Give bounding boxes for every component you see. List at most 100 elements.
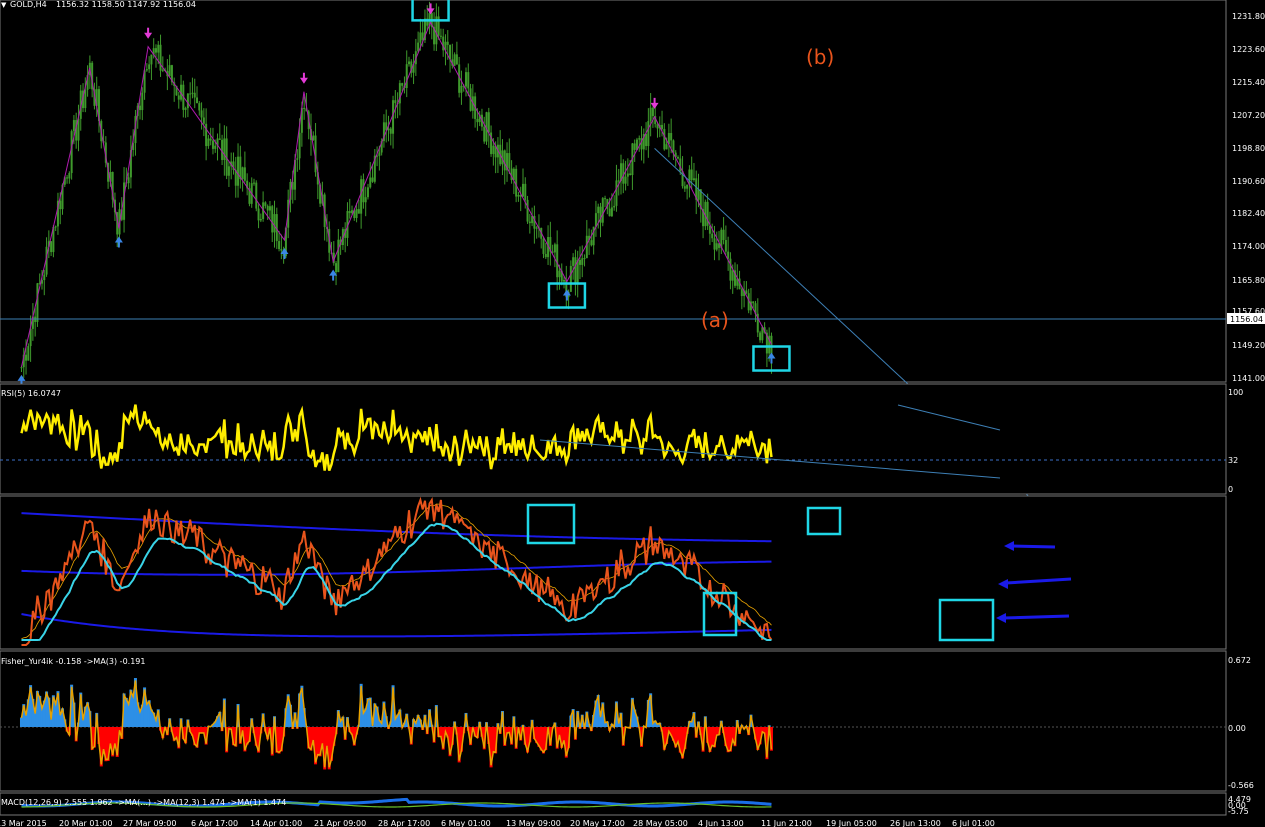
- candle-body: [161, 69, 164, 71]
- menu-triangle-icon[interactable]: ▼: [1, 1, 7, 9]
- candle-body: [303, 107, 306, 109]
- candle-body: [503, 150, 506, 171]
- time-tick: 6 Jul 01:00: [952, 819, 995, 827]
- candle-body: [273, 214, 276, 233]
- band-arrow-lower: [1003, 614, 1070, 620]
- candle-body: [722, 229, 725, 240]
- price-axis: 1231.80 1223.60 1215.40 1207.20 1198.80 …: [1227, 12, 1265, 383]
- candle-body: [200, 110, 203, 118]
- candle-body: [715, 243, 718, 250]
- candle-body: [661, 124, 664, 129]
- candle-body: [581, 258, 584, 265]
- fisher-tick: -0.566: [1228, 781, 1254, 790]
- candle-body: [597, 206, 600, 214]
- rsi-panel: RSI(5) 16.0747 100 32 0: [0, 383, 1243, 495]
- candle-body: [27, 346, 30, 361]
- candle-body: [690, 169, 693, 181]
- rsi-label: RSI(5) 16.0747: [1, 389, 61, 398]
- candle-body: [460, 85, 463, 93]
- candle-body: [558, 270, 561, 278]
- candle-body: [243, 167, 246, 181]
- candle-body: [455, 54, 458, 65]
- candle-body: [84, 89, 87, 109]
- candle-body: [252, 182, 255, 184]
- candle-body: [43, 274, 46, 281]
- candle-body: [521, 183, 524, 197]
- candle-body: [177, 95, 180, 100]
- candle-body: [492, 145, 495, 155]
- candle-body: [624, 176, 627, 184]
- time-tick: 28 Apr 17:00: [378, 819, 430, 827]
- candle-body: [271, 206, 274, 233]
- candle-body: [727, 251, 730, 259]
- rsi-tick: 100: [1228, 388, 1243, 397]
- fisher-panel: Fisher_Yur4ik -0.158 ->MA(3) -0.191 0.67…: [0, 650, 1254, 792]
- candle-body: [569, 265, 572, 292]
- candle-body: [711, 233, 714, 239]
- candle-body: [476, 118, 479, 123]
- candle-body: [348, 211, 351, 214]
- candle-body: [337, 239, 340, 273]
- candle-body: [214, 145, 217, 149]
- candle-body: [255, 182, 258, 209]
- candle-body: [127, 177, 130, 184]
- candle-body: [572, 257, 575, 266]
- time-tick: 26 Jun 13:00: [890, 819, 941, 827]
- candle-body: [647, 121, 650, 147]
- candle-body: [672, 140, 675, 153]
- candle-body: [740, 289, 743, 297]
- fisher-tick: 0.00: [1228, 724, 1246, 733]
- candle-body: [157, 44, 160, 53]
- candle-body: [191, 92, 194, 94]
- candle-body: [610, 207, 613, 217]
- candle-body: [683, 186, 686, 189]
- candle-body: [528, 221, 531, 224]
- candle-body: [526, 199, 529, 222]
- candle-body: [615, 180, 618, 206]
- candle-body: [211, 140, 214, 149]
- candle-body: [453, 54, 456, 66]
- candle-body: [241, 167, 244, 180]
- time-tick: 28 May 05:00: [633, 819, 688, 827]
- symbol-label: GOLD,H4: [10, 0, 47, 9]
- candle-body: [487, 112, 490, 133]
- time-tick: 19 Jun 05:00: [826, 819, 877, 827]
- rsi-tick: 0: [1228, 485, 1233, 494]
- candle-body: [360, 179, 363, 214]
- candle-body: [296, 158, 299, 160]
- candle-body: [713, 238, 716, 250]
- candle-body: [563, 279, 566, 282]
- candle-body: [168, 65, 171, 77]
- candle-body: [638, 138, 641, 140]
- macd-label: MACD(12,26,9) 2.555 1.962 ->MA(...) ->MA…: [1, 798, 286, 807]
- price-tick: 1149.20: [1232, 341, 1265, 350]
- candle-body: [574, 257, 577, 283]
- candle-body: [266, 205, 269, 211]
- time-tick: 21 Apr 09:00: [314, 819, 366, 827]
- candle-body: [36, 283, 39, 322]
- price-tick: 1174.00: [1232, 242, 1265, 251]
- candle-body: [139, 105, 142, 111]
- candle-body: [686, 184, 689, 189]
- candle-body: [524, 183, 527, 200]
- candle-body: [665, 144, 668, 150]
- candle-body: [257, 208, 260, 221]
- candle-body: [186, 93, 189, 109]
- price-tick: 1198.80: [1232, 144, 1265, 153]
- candle-body: [209, 138, 212, 141]
- price-tick: 1207.20: [1232, 111, 1265, 120]
- candle-body: [649, 107, 652, 122]
- time-tick: 6 May 01:00: [441, 819, 491, 827]
- candle-body: [154, 48, 157, 53]
- ohlc-values: 1156.32 1158.50 1147.92 1156.04: [56, 0, 196, 9]
- candle-body: [207, 138, 210, 147]
- candle-body: [633, 143, 636, 150]
- candle-body: [268, 206, 271, 211]
- price-tick: 1215.40: [1232, 78, 1265, 87]
- candle-body: [604, 198, 607, 200]
- candle-body: [54, 226, 57, 228]
- candle-body: [198, 103, 201, 111]
- candle-body: [590, 240, 593, 246]
- candle-body: [544, 253, 547, 258]
- time-axis: 13 Mar 2015 20 Mar 01:00 27 Mar 09:00 6 …: [0, 819, 995, 827]
